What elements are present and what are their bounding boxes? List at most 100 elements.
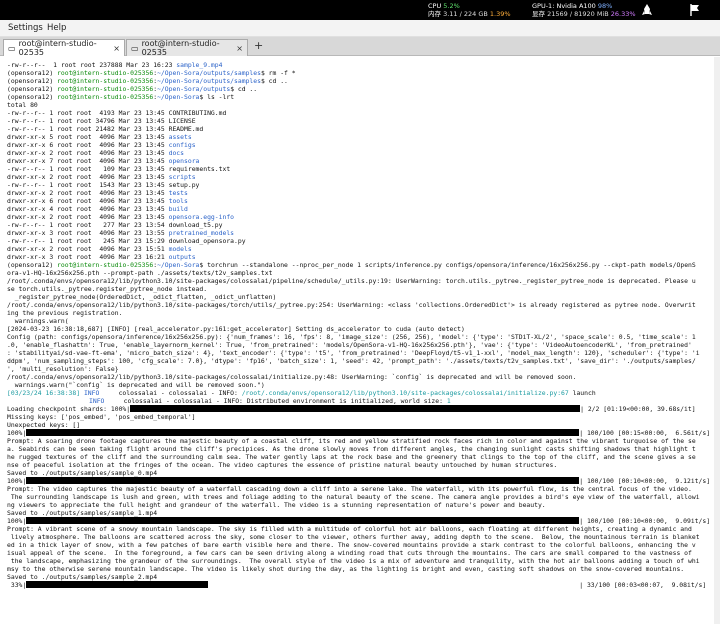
progress-line: 33%| | 33/100 [00:03<00:07, 9.08it/s] (7, 581, 707, 589)
progress-line: 100%| | 100/100 [00:10<00:00, 9.09it/s] (7, 517, 711, 525)
memory-stat: 内存 3.11 / 224 GB 1.39% (428, 10, 511, 18)
file-list-item: drwxr-xr-x 2 root root 4096 Mar 23 13:45… (7, 213, 235, 221)
file-list-item: drwxr-xr-x 5 root root 4096 Mar 23 13:45… (7, 133, 192, 141)
terminal-line: ora-v1-HQ-16x256x256.pth --prompt-path .… (7, 269, 273, 277)
prompt-line: (opensora12) root@intern-studio-025356:~… (7, 93, 235, 101)
terminal-line: .0, 'enable_flashattn': True, 'enable_la… (7, 341, 692, 349)
close-icon[interactable]: × (113, 44, 120, 53)
terminal-line: ng viewers to appreciate the full height… (7, 501, 546, 509)
prompt-line: (opensora12) root@intern-studio-025356:~… (7, 77, 288, 85)
file-list-item: drwxr-xr-x 3 root root 4096 Mar 23 16:21… (7, 253, 196, 261)
vram-percent: 26.33% (610, 10, 636, 18)
menu-bar: Settings Help (0, 20, 720, 37)
file-list-item: drwxr-xr-x 3 root root 4096 Mar 23 13:55… (7, 229, 235, 237)
terminal-line: Prompt: The video captures the majestic … (7, 485, 692, 493)
progress-line: 100%| | 100/100 [00:10<00:00, 9.12it/s] (7, 477, 711, 485)
flag-icon[interactable] (688, 3, 702, 17)
terminal-line: ddpm', 'num_sampling_steps': 100, 'cfg_s… (7, 357, 696, 365)
prompt-line: (opensora12) root@intern-studio-025356:~… (7, 85, 258, 93)
file-list-item: drwxr-xr-x 2 root root 4096 Mar 23 13:45… (7, 149, 184, 157)
tab-bar: ▭ root@intern-studio-02535 × ▭ root@inte… (0, 37, 720, 57)
gpu-label: GPU-1: Nvidia A100 (532, 2, 596, 10)
terminal-line: Saved to ./outputs/samples/sample_1.mp4 (7, 509, 158, 517)
terminal-icon: ▭ (8, 43, 16, 53)
terminal-line: a. Seabirds can be seen taking flight ar… (7, 445, 696, 453)
progress-bar (26, 429, 580, 436)
terminal-line: ed in a thick layer of snow, with a few … (7, 541, 696, 549)
terminal-line: /root/.conda/envs/opensora12/lib/python3… (7, 277, 696, 285)
tab-terminal-1[interactable]: ▭ root@intern-studio-02535 × (3, 39, 125, 57)
progress-bar (26, 581, 209, 588)
close-icon[interactable]: × (236, 44, 243, 53)
file-list-item: drwxr-xr-x 4 root root 4096 Mar 23 13:45… (7, 205, 188, 213)
terminal-line: ing the previous registration. (7, 309, 123, 317)
terminal-line: Prompt: A vibrant scene of a snowy mount… (7, 525, 692, 533)
terminal-line: nse of peaceful isolation at the fringes… (7, 461, 558, 469)
terminal-output[interactable]: -rw-r--r-- 1 root root 237888 Mar 23 16:… (0, 57, 720, 624)
file-list-item: -rw-r--r-- 1 root root 109 Mar 23 13:45 … (7, 165, 231, 173)
menu-settings[interactable]: Settings (8, 23, 43, 33)
file-list-item: -rw-r--r-- 1 root root 21482 Mar 23 13:4… (7, 125, 204, 133)
terminal-line: he rugged textures of the cliff and the … (7, 453, 696, 461)
file-listing: -rw-r--r-- 1 root root 4193 Mar 23 13:45… (7, 109, 720, 261)
memory-value: 3.11 / 224 GB (443, 10, 488, 18)
terminal-scrollbar[interactable] (714, 57, 720, 624)
tab-label: root@intern-studio-02535 (18, 39, 97, 57)
cpu-value: 5.2% (443, 2, 460, 10)
log-line: [03/23/24 16:38:38] INFO colossalai - co… (7, 389, 596, 397)
terminal-line: the landscape, emphasizing the grandeur … (7, 557, 700, 565)
progress-bar (26, 477, 580, 484)
terminal-line: Config (path: configs/opensora/inference… (7, 333, 696, 341)
progress-line: 100%| | 100/100 [00:15<00:00, 6.56it/s] (7, 429, 711, 437)
progress-line: Loading checkpoint shards: 100%| | 2/2 [0… (7, 405, 696, 413)
vram-stat: 显存 21569 / 81920 MiB 26.33% (532, 10, 636, 18)
terminal-line: se torch.utils._pytree.register_pytree_n… (7, 285, 208, 293)
tab-label: root@intern-studio-02535 (141, 39, 220, 57)
terminal-line: msy to the otherwise serene mountain lan… (7, 565, 685, 573)
terminal-line: ', 'multi_resolution': False} (7, 365, 119, 373)
terminal-line: warnings.warn( (7, 317, 69, 325)
terminal-line: Saved to ./outputs/samples/sample_0.mp4 (7, 469, 158, 477)
terminal-line: warnings.warn("`config` is deprecated an… (7, 381, 265, 389)
menu-help[interactable]: Help (47, 23, 66, 33)
cpu-label: CPU (428, 2, 442, 10)
terminal-line: Prompt: A soaring drone footage captures… (7, 437, 696, 445)
gpu-percent: 98% (597, 2, 613, 10)
cpu-stat: CPU 5.2% (428, 2, 460, 10)
file-list-item: drwxr-xr-x 6 root root 4096 Mar 23 13:45… (7, 141, 196, 149)
vram-label: 显存 (532, 10, 545, 18)
terminal-line: _register_pytree_node(OrderedDict, _odic… (7, 293, 277, 301)
prompt-line: (opensora12) root@intern-studio-025356:~… (7, 69, 296, 77)
terminal-line: Unexpected keys: [] (7, 421, 81, 429)
file-list-item: drwxr-xr-x 7 root root 4096 Mar 23 13:45… (7, 157, 200, 165)
file-list-item: drwxr-xr-x 2 root root 4096 Mar 23 13:45… (7, 173, 196, 181)
file-list-item: drwxr-xr-x 6 root root 4096 Mar 23 13:45… (7, 197, 188, 205)
terminal-line: Saved to ./outputs/samples/sample_2.mp4 (7, 573, 158, 581)
file-list-item: -rw-r--r-- 1 root root 245 Mar 23 15:29 … (7, 237, 246, 245)
terminal-line: /root/.conda/envs/opensora12/lib/python3… (7, 301, 696, 309)
file-list-item: -rw-r--r-- 1 root root 277 Mar 23 13:54 … (7, 221, 223, 229)
terminal-line: The surrounding landscape is lush and gr… (7, 493, 700, 501)
terminal-line: total 80 (7, 101, 38, 109)
terminal-line: lively atmosphere. The balloons are scat… (7, 533, 700, 541)
vram-value: 21569 / 81920 MiB (547, 10, 609, 18)
progress-bar (26, 517, 580, 524)
file-list-item: -rw-r--r-- 1 root root 34796 Mar 23 13:4… (7, 117, 196, 125)
tab-terminal-2[interactable]: ▭ root@intern-studio-02535 × (126, 39, 248, 57)
terminal-icon: ▭ (131, 43, 139, 53)
terminal-line: : 'stabilityai/sd-vae-ft-ema', 'micro_ba… (7, 349, 700, 357)
gpu-stat: GPU-1: Nvidia A100 98% (532, 2, 612, 10)
progress-bar (130, 405, 581, 412)
prompt-line: (opensora12) root@intern-studio-025356:~… (7, 261, 696, 269)
file-list-item: drwxr-xr-x 2 root root 4096 Mar 23 15:51… (7, 245, 192, 253)
terminal-line: [2024-03-23 16:38:18,687] [INFO] [real_a… (7, 325, 465, 333)
new-tab-button[interactable]: + (254, 39, 263, 52)
file-list-item: drwxr-xr-x 2 root root 4096 Mar 23 13:45… (7, 189, 188, 197)
rocket-icon[interactable] (640, 3, 654, 17)
terminal-line: Missing keys: ['pos_embed', 'pos_embed_t… (7, 413, 196, 421)
file-list-item: -rw-r--r-- 1 root root 1543 Mar 23 13:45… (7, 181, 200, 189)
memory-label: 内存 (428, 10, 441, 18)
file-list-item: -rw-r--r-- 1 root root 4193 Mar 23 13:45… (7, 109, 227, 117)
system-status-bar: CPU 5.2% 内存 3.11 / 224 GB 1.39% GPU-1: N… (0, 0, 720, 20)
log-line: INFO colossalai - colossalai - INFO: Dis… (89, 397, 451, 405)
